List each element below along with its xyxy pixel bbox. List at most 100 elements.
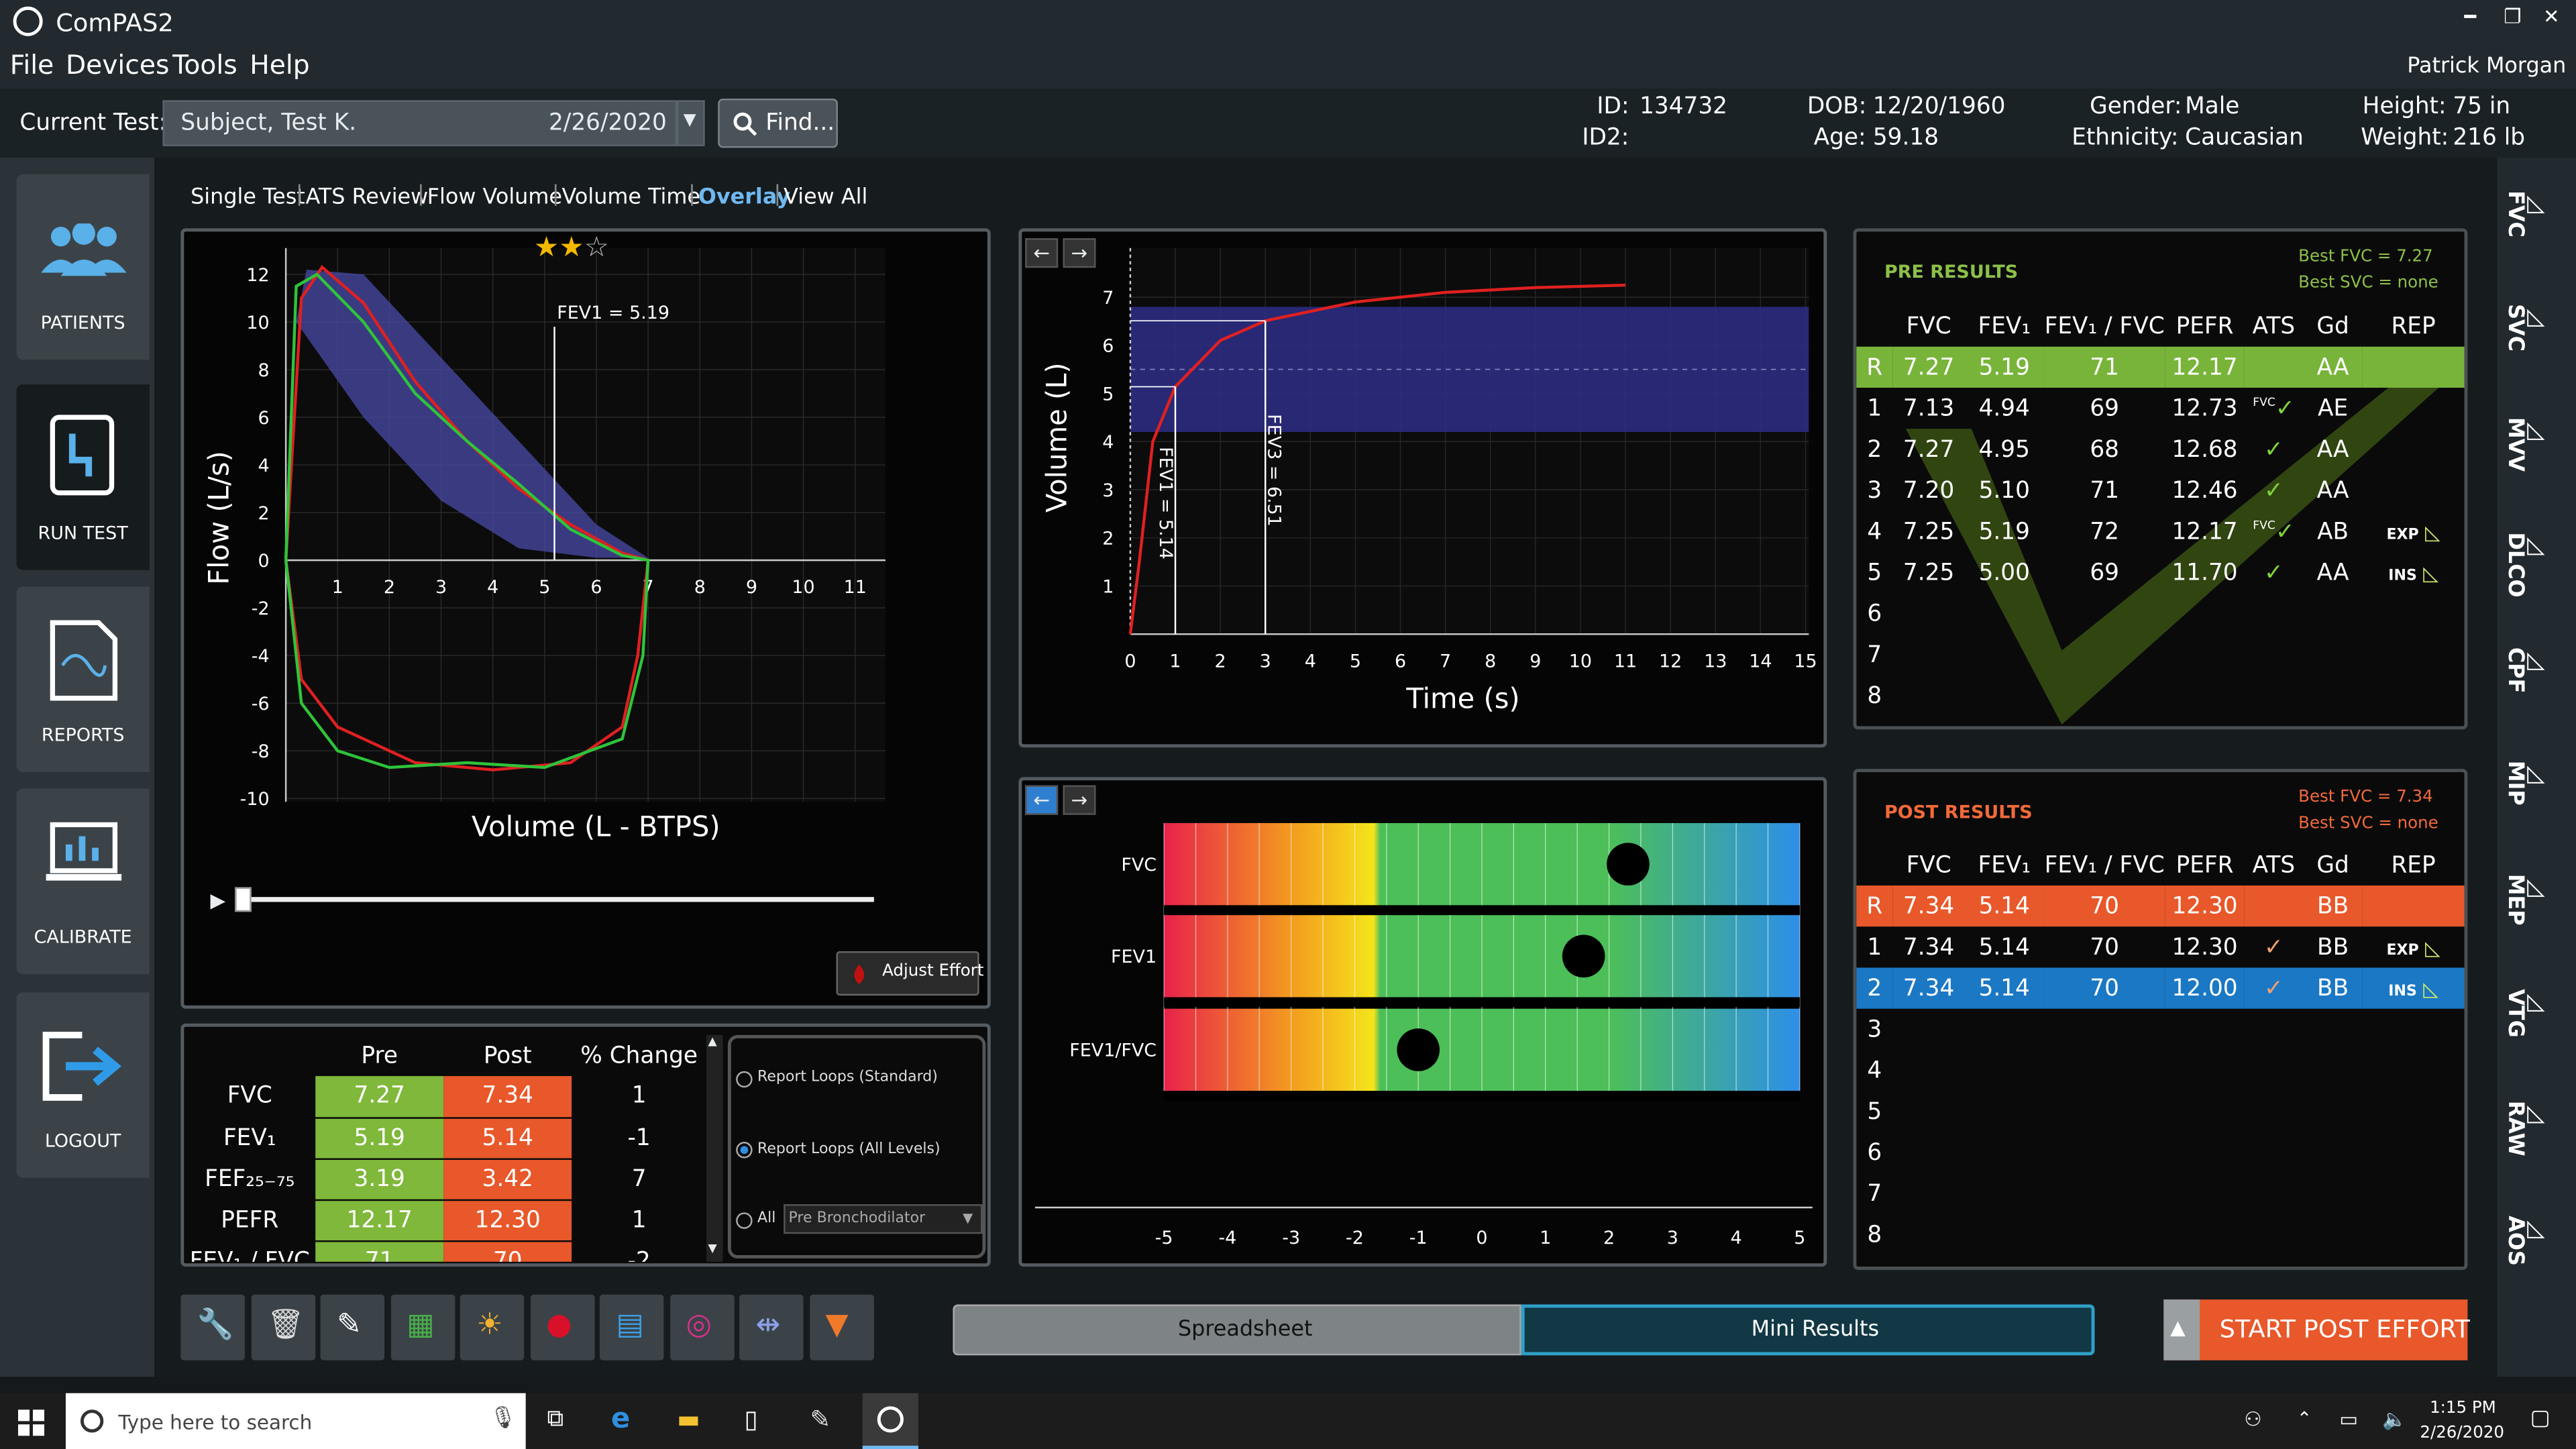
maximize-icon[interactable]: ❐ — [2504, 5, 2521, 28]
results-row[interactable]: 7 — [1856, 1173, 2464, 1214]
vt-prev-arrow-icon[interactable]: ← — [1025, 238, 1059, 268]
tab-fvc[interactable]: ◺ FVC — [2502, 191, 2544, 237]
notification-icon[interactable]: ▢ — [2530, 1406, 2550, 1431]
tray-chevron-icon[interactable]: ⌃ — [2297, 1408, 2312, 1430]
minimize-icon[interactable]: ━ — [2464, 5, 2476, 28]
edit-button[interactable]: ✎ — [320, 1294, 385, 1360]
tab-raw[interactable]: ◺ RAW — [2502, 1101, 2544, 1157]
menu-help[interactable]: Help — [250, 49, 309, 80]
tab-cpf[interactable]: ◺ CPF — [2502, 647, 2544, 693]
current-test-select[interactable]: Subject, Test K. 2/26/2020 — [162, 100, 677, 146]
menu-devices[interactable]: Devices — [66, 49, 169, 80]
tab-divider: | — [551, 182, 559, 207]
tab-flow-volume[interactable]: Flow Volume — [427, 186, 562, 211]
results-row[interactable]: 4 — [1856, 1050, 2464, 1091]
results-row[interactable]: 7 — [1856, 634, 2464, 675]
volume-time-chart[interactable]: 0 1 2 3 4 5 6 7 8 9 10 11 12 13 14 157654321 — [1022, 231, 1823, 744]
folder-button[interactable]: ▦ — [390, 1294, 455, 1360]
results-row[interactable]: 1 7.34 5.14 70 12.30 ✓ BB EXP ◺ — [1856, 926, 2464, 967]
tab-view-all[interactable]: View All — [784, 186, 867, 211]
results-row[interactable]: 2 7.27 4.95 68 12.68 ✓ AA — [1856, 429, 2464, 470]
tab-mvv[interactable]: ◺ MVV — [2502, 417, 2544, 472]
tab-mep[interactable]: ◺ MEP — [2502, 874, 2544, 926]
inhaler-button[interactable]: ⇹ — [739, 1294, 804, 1360]
tab-mip[interactable]: ◺ MIP — [2502, 761, 2544, 806]
microphone-icon[interactable]: 🎙 — [490, 1406, 517, 1431]
results-row[interactable]: 8 — [1856, 1214, 2464, 1255]
vt-next-arrow-icon[interactable]: → — [1063, 238, 1096, 268]
results-row[interactable]: 6 — [1856, 593, 2464, 634]
scroll-down-icon[interactable]: ▼ — [708, 1242, 717, 1255]
start-post-effort-button[interactable]: ▲ START POST EFFORT — [2163, 1299, 2470, 1360]
results-row[interactable]: 3 7.20 5.10 71 12.46 ✓ AA — [1856, 470, 2464, 511]
z-prev-arrow-icon[interactable]: ← — [1025, 785, 1059, 815]
monitor-chart-button[interactable]: ▤ — [599, 1294, 664, 1360]
all-radio[interactable] — [736, 1212, 753, 1229]
results-row[interactable]: 4 7.25 5.19 72 12.17 FVC✓ AB EXP ◺ — [1856, 511, 2464, 552]
report-loops-all-radio[interactable] — [736, 1142, 753, 1159]
rep-flag: INS — [2388, 568, 2417, 584]
target-button[interactable]: ◎ — [669, 1294, 734, 1360]
file-explorer-icon[interactable]: ▬ — [677, 1405, 700, 1434]
tab-single-test[interactable]: Single Test — [191, 186, 305, 211]
find-button[interactable]: Find... — [718, 98, 838, 148]
playback-slider[interactable] — [241, 897, 874, 902]
results-row[interactable]: R 7.34 5.14 70 12.30 BB — [1856, 885, 2465, 927]
y-tick-label: 2 — [1102, 529, 1114, 549]
menu-file[interactable]: File — [10, 49, 54, 80]
effort-rating[interactable]: ★★☆ — [534, 231, 609, 264]
nav-reports[interactable]: REPORTS — [16, 586, 150, 773]
nav-calibrate[interactable]: CALIBRATE — [16, 788, 150, 975]
results-row[interactable]: 8 — [1856, 676, 2464, 716]
results-row[interactable]: R 7.27 5.19 71 12.17 AA — [1856, 346, 2465, 388]
results-row[interactable]: 5 — [1856, 1091, 2464, 1132]
volume-icon[interactable]: 🔈 — [2382, 1408, 2407, 1431]
people-icon[interactable]: ⚇ — [2244, 1408, 2261, 1431]
cell-fvc — [1892, 1132, 1965, 1173]
adjust-effort-button[interactable]: Adjust Effort — [836, 951, 983, 996]
test-dropdown-arrow[interactable]: ▼ — [676, 100, 705, 146]
menu-tools[interactable]: Tools — [172, 49, 237, 80]
weather-button[interactable]: ☀ — [460, 1294, 525, 1360]
network-icon[interactable]: ▭ — [2339, 1408, 2358, 1431]
results-row[interactable]: 3 — [1856, 1009, 2464, 1050]
mini-results-button[interactable]: Mini Results — [1521, 1304, 2095, 1356]
trash-button[interactable]: 🗑 — [250, 1294, 315, 1360]
slider-handle[interactable] — [235, 887, 252, 912]
results-row[interactable]: 5 7.25 5.00 69 11.70 ✓ AA INS ◺ — [1856, 552, 2464, 593]
bronchodilator-select[interactable]: Pre Bronchodilator ▼ — [784, 1204, 983, 1234]
nav-logout[interactable]: LOGOUT — [16, 992, 150, 1178]
flow-volume-chart[interactable]: 1 2 3 4 5 6 7 8 9 10 11121086420-2-4-6-8-10 — [184, 231, 987, 1005]
nav-patients[interactable]: PATIENTS — [16, 174, 150, 360]
comparison-scrollbar[interactable]: ▲ ▼ — [706, 1034, 723, 1262]
close-icon[interactable]: ✕ — [2543, 5, 2560, 28]
spreadsheet-button[interactable]: Spreadsheet — [953, 1304, 1521, 1356]
task-view-icon[interactable]: ⧉ — [547, 1406, 564, 1432]
tab-dlco[interactable]: ◺ DLCO — [2502, 532, 2544, 597]
comparison-table-scroll[interactable]: Pre Post % Change FVC 7.27 7.34 1 FEV₁ 5.19 5.… — [184, 1035, 707, 1262]
tab-aos[interactable]: ◺ AOS — [2502, 1216, 2544, 1266]
results-row[interactable]: 1 7.13 4.94 69 12.73 FVC✓ AE — [1856, 388, 2464, 429]
tab-svc[interactable]: ◺ SVC — [2502, 304, 2545, 352]
play-icon[interactable]: ▶ — [210, 889, 225, 912]
scroll-up-icon[interactable]: ▲ — [708, 1035, 717, 1049]
windows-start-icon[interactable] — [17, 1409, 45, 1436]
blood-drop-button[interactable]: ● — [529, 1294, 594, 1360]
wrench-button[interactable]: 🔧 — [180, 1294, 245, 1360]
nav-run-test[interactable]: RUN TEST — [16, 384, 150, 570]
taskbar-search[interactable]: Type here to search 🎙 — [65, 1393, 526, 1449]
curve-icon: ◺ — [2527, 304, 2545, 331]
results-row[interactable]: 6 — [1856, 1132, 2464, 1173]
tab-ats-review[interactable]: ATS Review — [306, 186, 429, 211]
paint-icon[interactable]: ✎ — [810, 1405, 830, 1434]
z-next-arrow-icon[interactable]: → — [1063, 785, 1096, 815]
report-loops-standard-radio[interactable] — [736, 1071, 753, 1088]
document-icon[interactable]: ▯ — [744, 1405, 757, 1434]
carrot-button[interactable]: ▼ — [809, 1294, 873, 1360]
tab-volume-time[interactable]: Volume Time — [562, 186, 700, 211]
tab-vtg[interactable]: ◺ VTG — [2502, 989, 2544, 1038]
compas-taskbar-button[interactable] — [862, 1393, 918, 1449]
results-row[interactable]: 2 7.34 5.14 70 12.00 ✓ BB INS ◺ — [1856, 967, 2465, 1009]
expand-toggle[interactable]: ▲ — [2163, 1299, 2200, 1360]
edge-icon[interactable]: e — [611, 1403, 630, 1436]
